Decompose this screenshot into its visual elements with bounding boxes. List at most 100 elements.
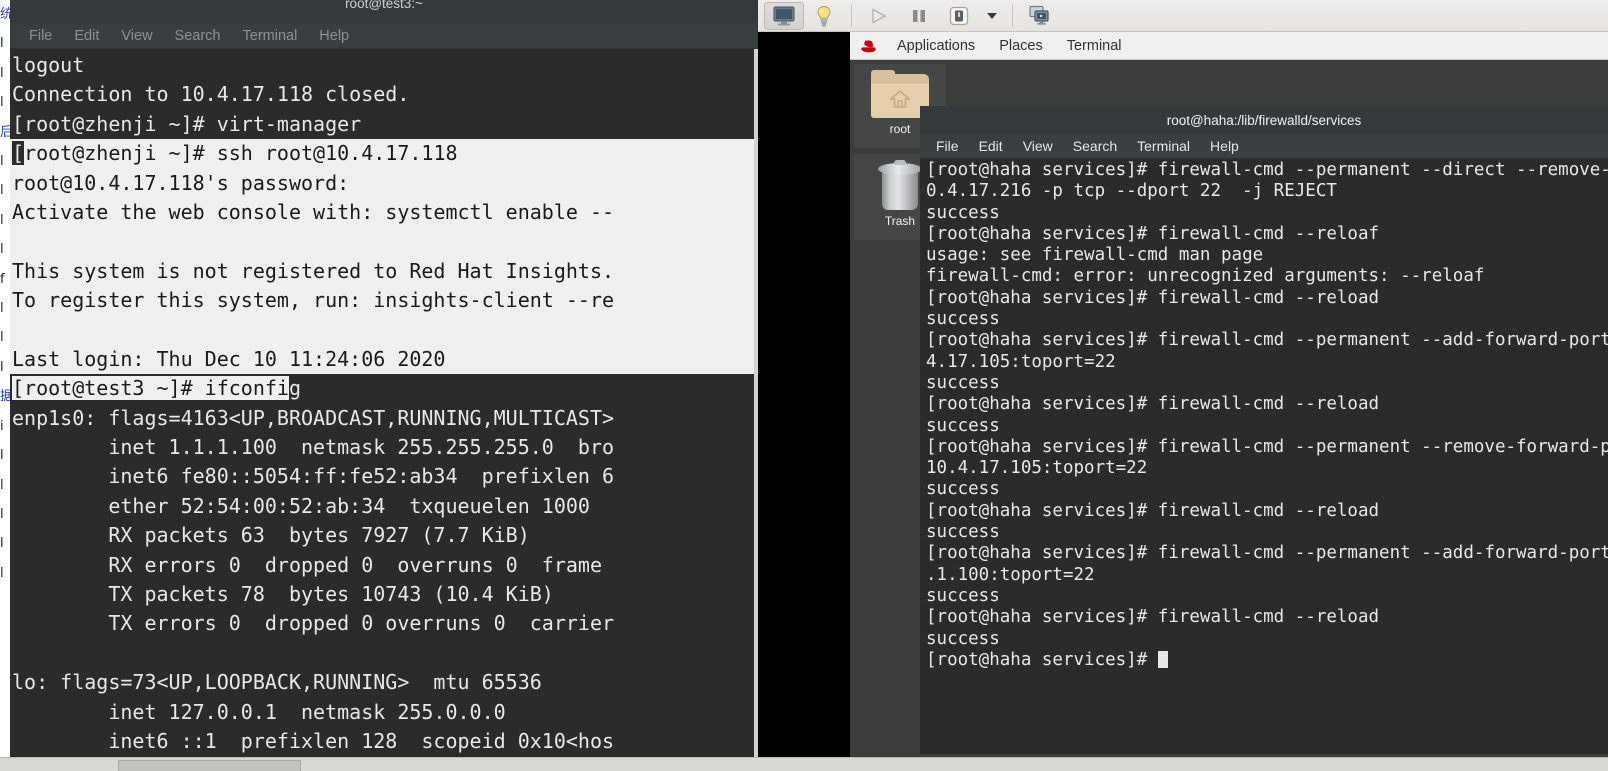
left-terminal-line: lo: flags=73<UP,LOOPBACK,RUNNING> mtu 65…	[12, 670, 542, 695]
right-terminal-line: success	[926, 522, 1000, 543]
guest-desktop-area[interactable]: root Trash root@haha:/lib/firewalld/serv…	[850, 60, 1608, 771]
redhat-logo-icon	[860, 38, 877, 54]
bg-line: l	[0, 506, 4, 522]
fullscreen-icon[interactable]	[1020, 1, 1060, 31]
menu-help-2[interactable]: Help	[1200, 135, 1249, 158]
run-icon[interactable]	[859, 1, 899, 31]
left-terminal-line	[10, 315, 758, 345]
right-terminal-prompt[interactable]: [root@haha services]#	[920, 650, 1608, 671]
left-terminal-line: ether 52:54:00:52:ab:34 txqueuelen 1000	[12, 493, 590, 518]
bg-line: 据	[0, 389, 10, 405]
left-terminal-line	[10, 227, 758, 257]
background-window-sliver[interactable]: 统 l l l 后 l l l l f l l l 据 i l l l l l	[0, 0, 10, 771]
right-terminal-line: [root@haha services]# firewall-cmd --per…	[926, 160, 1608, 180]
menu-search-2[interactable]: Search	[1063, 135, 1127, 158]
right-terminal-title: root@haha:/lib/firewalld/services	[1166, 112, 1362, 128]
bg-line: l	[0, 242, 4, 258]
left-terminal-line: inet6 ::1 prefixlen 128 scopeid 0x10<hos	[12, 728, 615, 753]
left-terminal-line: TX errors 0 dropped 0 overruns 0 carrier	[12, 611, 615, 636]
left-terminal-output[interactable]: logout Connection to 10.4.17.118 closed. […	[10, 49, 758, 771]
bg-line: l	[0, 95, 4, 111]
right-terminal-line: [root@haha services]# firewall-cmd --rel…	[926, 287, 1380, 308]
bg-line: f	[0, 271, 5, 287]
bg-line: l	[0, 36, 4, 52]
gnome-top-panel: Applications Places Terminal	[850, 32, 1608, 60]
menu-view-2[interactable]: View	[1013, 135, 1063, 158]
left-terminal-line: To register this system, run: insights-c…	[10, 286, 758, 316]
console-view-icon[interactable]	[764, 1, 804, 30]
bg-line: l	[0, 359, 4, 375]
right-terminal-prompt-text: [root@haha services]#	[926, 649, 1158, 670]
right-terminal-line: success	[926, 372, 1000, 393]
taskbar-item[interactable]	[118, 760, 301, 771]
right-terminal-line: [root@haha services]# firewall-cmd --rel…	[926, 500, 1380, 521]
bg-line: l	[0, 183, 4, 199]
chevron-down-icon[interactable]	[979, 1, 1005, 31]
left-terminal-titlebar[interactable]: root@test3:~	[10, 0, 758, 23]
panel-terminal[interactable]: Terminal	[1055, 38, 1134, 54]
right-terminal-line: usage: see firewall-cmd man page	[926, 245, 1264, 266]
trash-icon	[875, 160, 925, 212]
menu-search[interactable]: Search	[164, 24, 232, 48]
menu-edit[interactable]: Edit	[63, 24, 110, 48]
panel-applications[interactable]: Applications	[885, 38, 987, 54]
bg-line: l	[0, 154, 4, 170]
left-terminal-line	[10, 639, 758, 668]
bg-line: l	[0, 212, 4, 228]
bg-line: l	[0, 448, 4, 464]
vm-guest-screen[interactable]: Applications Places Terminal root Trash …	[758, 32, 1608, 771]
menu-terminal[interactable]: Terminal	[232, 24, 309, 48]
right-terminal-menubar: File Edit View Search Terminal Help	[920, 134, 1608, 159]
right-terminal-line: success	[926, 415, 1000, 436]
right-terminal-titlebar[interactable]: root@haha:/lib/firewalld/services	[920, 106, 1608, 134]
right-terminal-line: [root@haha services]# firewall-cmd --per…	[926, 330, 1608, 351]
bg-line: 统	[0, 7, 10, 22]
menu-view[interactable]: View	[110, 24, 163, 48]
menu-edit-2[interactable]: Edit	[969, 135, 1013, 158]
pause-icon[interactable]	[899, 1, 939, 31]
menu-terminal-2[interactable]: Terminal	[1127, 135, 1200, 158]
bg-line: l	[0, 565, 4, 581]
left-terminal-title: root@test3:~	[345, 0, 423, 11]
right-terminal-output[interactable]: [root@haha services]# firewall-cmd --per…	[920, 159, 1608, 754]
left-terminal-line: [root@zhenji ~]# ssh root@10.4.17.118	[10, 139, 758, 169]
left-terminal-line: This system is not registered to Red Hat…	[10, 256, 758, 287]
terminal-window-test3[interactable]: root@test3:~ File Edit View Search Termi…	[10, 0, 758, 771]
right-terminal-line: firewall-cmd: error: unrecognized argume…	[926, 266, 1485, 287]
left-terminal-line: Last login: Thu Dec 10 11:24:06 2020	[10, 344, 758, 375]
left-terminal-line: logout	[12, 53, 85, 77]
text-cursor	[1157, 650, 1168, 668]
left-terminal-line: inet 127.0.0.1 netmask 255.0.0.0	[12, 699, 506, 724]
left-terminal-line: Activate the web console with: systemctl…	[10, 197, 758, 228]
right-terminal-line: success	[926, 202, 1000, 223]
details-view-icon[interactable]	[804, 1, 844, 31]
right-terminal-line: 4.17.105:toport=22	[926, 351, 1116, 372]
menu-help[interactable]: Help	[308, 24, 360, 48]
virt-manager-console-window[interactable]: Applications Places Terminal root Trash …	[758, 0, 1608, 771]
right-terminal-line: [root@haha services]# firewall-cmd --per…	[926, 436, 1608, 457]
left-terminal-line: [root@zhenji ~]# virt-manager	[12, 111, 362, 136]
menu-file-2[interactable]: File	[926, 135, 969, 158]
screen-root: 统 l l l 后 l l l l f l l l 据 i l l l l l …	[0, 0, 1608, 771]
right-terminal-line: 0.4.17.216 -p tcp --dport 22 -j REJECT	[926, 181, 1337, 202]
left-terminal-line: RX packets 63 bytes 7927 (7.7 KiB)	[12, 523, 530, 548]
menu-file[interactable]: File	[18, 24, 63, 48]
right-terminal-line: success	[926, 309, 1000, 330]
left-terminal-line: [root@test3 ~]# ifconfig	[12, 376, 301, 401]
bg-line: 后	[0, 124, 10, 140]
left-terminal-line: inet 1.1.1.100 netmask 255.255.255.0 bro	[12, 435, 615, 460]
right-terminal-line: [root@haha services]# firewall-cmd --per…	[926, 543, 1608, 564]
shutdown-icon[interactable]	[939, 1, 979, 31]
guest-desktop[interactable]: Applications Places Terminal root Trash …	[850, 32, 1608, 771]
right-terminal-line: [root@haha services]# firewall-cmd --rel…	[926, 223, 1380, 244]
bg-line: i	[0, 418, 4, 434]
host-taskbar[interactable]	[0, 757, 1608, 771]
panel-places[interactable]: Places	[987, 38, 1055, 54]
toolbar-separator	[851, 4, 852, 27]
right-terminal-line: [root@haha services]# firewall-cmd --rel…	[926, 607, 1380, 628]
bg-line: l	[0, 536, 4, 552]
right-terminal-line: success	[926, 479, 1000, 500]
bg-line: l	[0, 65, 4, 81]
terminal-window-haha[interactable]: root@haha:/lib/firewalld/services File E…	[920, 106, 1608, 754]
right-terminal-line: .1.100:toport=22	[926, 564, 1095, 585]
